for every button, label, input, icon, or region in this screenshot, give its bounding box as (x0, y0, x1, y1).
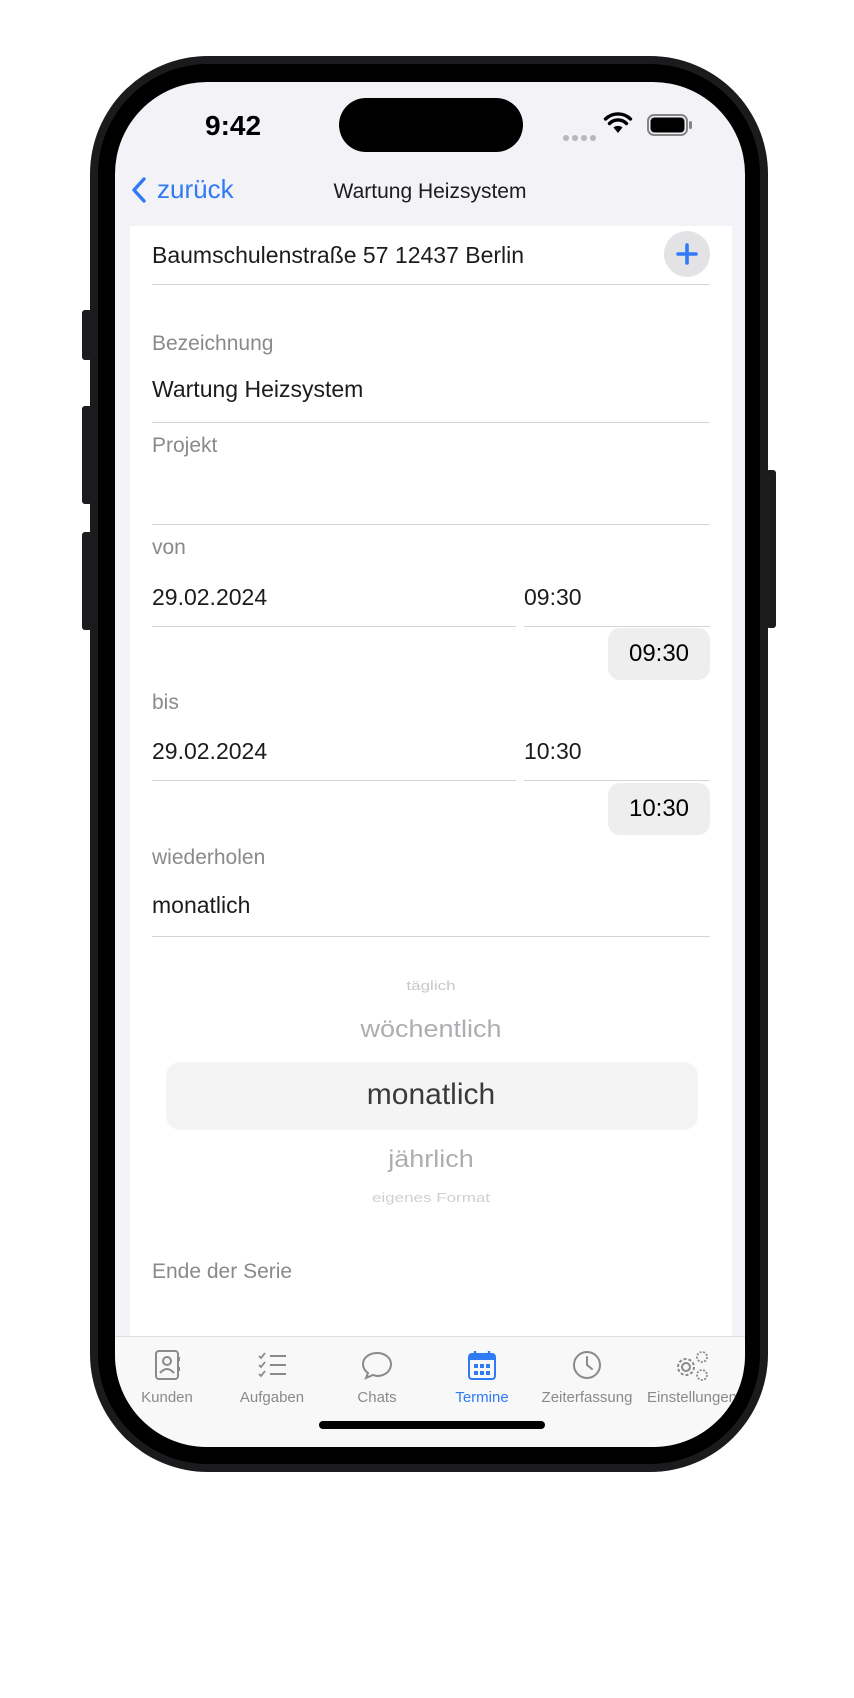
project-field[interactable] (152, 478, 710, 508)
status-time: 9:42 (205, 110, 262, 141)
repeat-divider (152, 936, 710, 937)
from-date-field[interactable]: 29.02.2024 (152, 584, 267, 611)
to-time-picker[interactable]: 10:30 (608, 783, 710, 835)
to-date-field[interactable]: 29.02.2024 (152, 738, 267, 765)
tab-kunden[interactable]: Kunden (115, 1349, 219, 1406)
from-time-divider (524, 626, 710, 627)
wifi-icon (603, 112, 633, 133)
designation-field[interactable]: Wartung Heizsystem (152, 376, 710, 403)
plus-icon (676, 243, 698, 265)
checklist-icon (258, 1352, 286, 1378)
tab-chats[interactable]: Chats (325, 1349, 429, 1406)
calendar-icon (468, 1351, 496, 1380)
page-title: Wartung Heizsystem (333, 180, 527, 203)
from-date-divider (152, 626, 516, 627)
to-time-field[interactable]: 10:30 (524, 738, 582, 765)
to-date-divider (152, 780, 516, 781)
chat-bubble-icon (361, 1351, 393, 1380)
tab-label: Chats (357, 1389, 397, 1406)
gears-icon (677, 1351, 708, 1381)
address-field[interactable]: Baumschulenstraße 57 12437 Berlin (152, 242, 710, 269)
tab-label: Einstellungen (646, 1389, 738, 1406)
address-divider (152, 284, 710, 285)
home-indicator (319, 1421, 545, 1429)
designation-label: Bezeichnung (152, 332, 274, 355)
tab-label: Termine (455, 1389, 509, 1406)
app-screen: 9:42 zurück Wartung Heizsystem Baumschul… (115, 82, 745, 1447)
tab-label: Zeiterfassung (541, 1389, 633, 1406)
repeat-field[interactable]: monatlich (152, 892, 710, 919)
picker-option[interactable]: eigenes Format (130, 1191, 732, 1206)
project-label: Projekt (152, 434, 218, 457)
designation-divider (152, 422, 710, 423)
appointment-form: Baumschulenstraße 57 12437 Berlin Bezeic… (130, 226, 732, 1348)
tab-zeiterfassung[interactable]: Zeiterfassung (535, 1349, 639, 1406)
cellular-signal-icon (563, 128, 599, 146)
picker-option-selected[interactable]: monatlich (130, 1078, 732, 1112)
add-address-button[interactable] (664, 231, 710, 277)
tab-label: Aufgaben (239, 1389, 305, 1406)
dynamic-island (339, 98, 523, 152)
from-label: von (152, 536, 186, 559)
clock-icon (573, 1351, 601, 1379)
battery-icon (647, 114, 692, 136)
tab-label: Kunden (141, 1389, 193, 1406)
project-divider (152, 524, 710, 525)
series-end-label: Ende der Serie (152, 1260, 293, 1283)
picker-option[interactable]: wöchentlich (130, 1016, 732, 1044)
to-time-divider (524, 780, 710, 781)
tab-termine[interactable]: Termine (430, 1349, 534, 1406)
contacts-icon (155, 1350, 180, 1380)
tab-einstellungen[interactable]: Einstellungen (640, 1349, 744, 1406)
repeat-label: wiederholen (152, 846, 266, 869)
picker-option[interactable]: täglich (130, 979, 732, 994)
picker-option[interactable]: jährlich (130, 1146, 732, 1174)
from-time-picker[interactable]: 09:30 (608, 628, 710, 680)
tab-aufgaben[interactable]: Aufgaben (220, 1349, 324, 1406)
from-time-field[interactable]: 09:30 (524, 584, 582, 611)
tab-bar: Kunden Aufgaben Chats Termine Zeiterfass… (115, 1336, 745, 1447)
to-label: bis (152, 691, 179, 714)
